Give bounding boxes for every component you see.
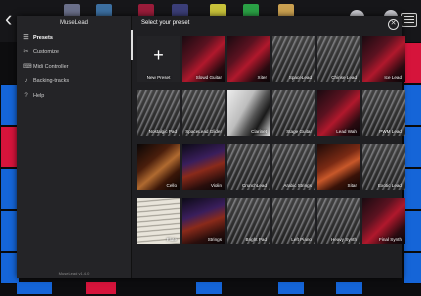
- preset-tile[interactable]: Cello: [137, 144, 180, 190]
- preset-label: Ice Lead: [384, 75, 402, 80]
- preset-tile[interactable]: CrunchLead: [227, 144, 270, 190]
- preset-label: SpaceLead: [288, 75, 312, 80]
- pad[interactable]: [403, 42, 421, 84]
- preset-label: Nostalgic Pad: [148, 129, 177, 134]
- sidebar-item-help[interactable]: ? Help: [23, 90, 44, 102]
- preset-label: Left Piano: [291, 237, 312, 242]
- preset-tile[interactable]: SpaceLead: [272, 36, 315, 82]
- preset-panel: MuseLead ☰ Presets ✂ Customize ⌨ Midi Co…: [17, 16, 405, 278]
- preset-label: PWM Lead: [379, 129, 402, 134]
- new-preset-tile[interactable]: + New Preset: [137, 36, 180, 82]
- preset-tile[interactable]: Stage Guitar: [272, 90, 315, 136]
- pad[interactable]: [17, 282, 52, 294]
- preset-tile[interactable]: Exotic Lead: [362, 144, 405, 190]
- preset-tile[interactable]: Clarinet: [227, 90, 270, 136]
- preset-label: Heavy Synth: [330, 237, 357, 242]
- preset-label: Sitar: [347, 183, 357, 188]
- pad[interactable]: [403, 126, 421, 168]
- preset-tile[interactable]: SpaceLead Glider: [182, 90, 225, 136]
- preset-tile[interactable]: Violin: [182, 144, 225, 190]
- music-note-icon: ♪: [24, 78, 28, 84]
- preset-label: Strings: [207, 237, 222, 242]
- scissors-icon: ✂: [23, 49, 29, 55]
- pad[interactable]: [403, 252, 421, 284]
- list-icon: ☰: [23, 35, 29, 41]
- sidebar-scroll-indicator: [131, 30, 133, 60]
- sidebar-item-presets[interactable]: ☰ Presets: [23, 32, 53, 44]
- preset-tile[interactable]: Chinse Lead: [317, 36, 360, 82]
- preset-label: CrunchLead: [241, 183, 267, 188]
- preset-tile[interactable]: Sitar: [317, 144, 360, 190]
- preset-label: Violin: [210, 183, 222, 188]
- preset-tile[interactable]: Bright Pad: [227, 198, 270, 244]
- preset-label: Flute: [166, 237, 177, 242]
- pad[interactable]: [336, 282, 362, 294]
- preset-label: SpaceLead Glider: [185, 129, 222, 134]
- sidebar-item-midi-controller[interactable]: ⌨ Midi Controller: [23, 61, 68, 73]
- help-icon: ?: [24, 93, 28, 99]
- preset-tile[interactable]: Slowd Guitar: [182, 36, 225, 82]
- preset-tile[interactable]: Flute: [137, 198, 180, 244]
- keyboard-icon: ⌨: [23, 64, 32, 70]
- close-button[interactable]: ✕: [388, 19, 399, 30]
- preset-label: Stage Guitar: [286, 129, 312, 134]
- plus-icon: +: [153, 45, 164, 65]
- preset-tile[interactable]: PWM Lead: [362, 90, 405, 136]
- sidebar-item-label: Customize: [33, 49, 59, 55]
- preset-label: Cello: [166, 183, 177, 188]
- sidebar-item-customize[interactable]: ✂ Customize: [23, 46, 59, 58]
- preset-tile[interactable]: Left Piano: [272, 198, 315, 244]
- sidebar-item-backing-tracks[interactable]: ♪ Backing-tracks: [23, 75, 70, 87]
- content-title: Select your preset: [141, 20, 190, 26]
- preset-tile[interactable]: Arabic Strings: [272, 144, 315, 190]
- preset-tile[interactable]: Strings: [182, 198, 225, 244]
- preset-label: Clarinet: [251, 129, 267, 134]
- preset-grid: + New Preset Slowd Guitar Xiter SpaceLead Chi…: [135, 34, 405, 270]
- preset-tile[interactable]: Ice Lead: [362, 36, 405, 82]
- preset-label: Xiter: [257, 75, 267, 80]
- sidebar: MuseLead ☰ Presets ✂ Customize ⌨ Midi Co…: [17, 16, 132, 278]
- pad[interactable]: [403, 210, 421, 252]
- menu-icon[interactable]: [401, 13, 417, 27]
- pad[interactable]: [403, 84, 421, 126]
- preset-label: Arabic Strings: [283, 183, 312, 188]
- preset-tile[interactable]: Heavy Synth: [317, 198, 360, 244]
- preset-label: Final Synth: [379, 237, 402, 242]
- sidebar-item-label: Midi Controller: [33, 64, 69, 70]
- sidebar-item-label: Backing-tracks: [33, 78, 70, 84]
- sidebar-item-label: Help: [33, 93, 45, 99]
- preset-label: New Preset: [146, 75, 171, 80]
- version-label: MuseLead v1.4.0: [58, 271, 90, 276]
- pad[interactable]: [278, 282, 304, 294]
- sidebar-item-label: Presets: [33, 35, 53, 41]
- preset-label: Slowd Guitar: [195, 75, 222, 80]
- pad[interactable]: [86, 282, 116, 294]
- preset-label: Exotic Lead: [377, 183, 402, 188]
- preset-label: Lead Wah: [336, 129, 357, 134]
- preset-tile[interactable]: Xiter: [227, 36, 270, 82]
- preset-label: Bright Pad: [245, 237, 267, 242]
- app-title: MuseLead: [59, 20, 89, 26]
- preset-tile[interactable]: Lead Wah: [317, 90, 360, 136]
- preset-tile[interactable]: Final Synth: [362, 198, 405, 244]
- preset-tile[interactable]: Nostalgic Pad: [137, 90, 180, 136]
- preset-label: Chinse Lead: [331, 75, 357, 80]
- pad[interactable]: [196, 282, 222, 294]
- pad[interactable]: [403, 168, 421, 210]
